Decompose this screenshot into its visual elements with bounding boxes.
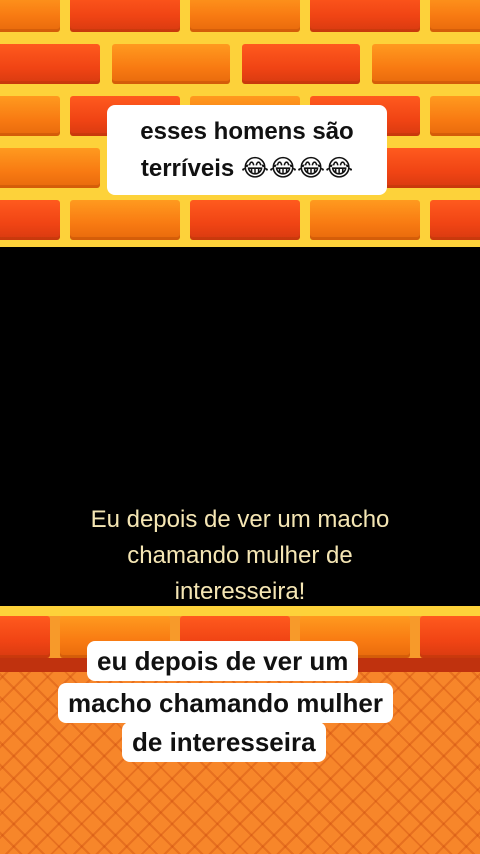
bottom-sticker-line3: de interesseira xyxy=(122,722,326,762)
bottom-sticker-line2: macho chamando mulher xyxy=(58,683,393,723)
video-caption: Eu depois de ver um macho chamando mulhe… xyxy=(0,502,480,610)
video-player[interactable]: Eu depois de ver um macho chamando mulhe… xyxy=(0,247,480,606)
video-caption-line2: chamando mulher de xyxy=(127,542,353,569)
bottom-sticker-line1: eu depois de ver um xyxy=(87,641,359,681)
top-text-sticker: esses homens são terríveis 😂😂😂😂 xyxy=(107,105,387,195)
video-caption-line3: interesseira! xyxy=(174,578,306,605)
top-sticker-line2: terríveis 😂😂😂😂 xyxy=(140,155,354,182)
video-caption-line1: Eu depois de ver um macho xyxy=(90,506,390,533)
top-sticker-line1: esses homens são xyxy=(140,118,354,145)
